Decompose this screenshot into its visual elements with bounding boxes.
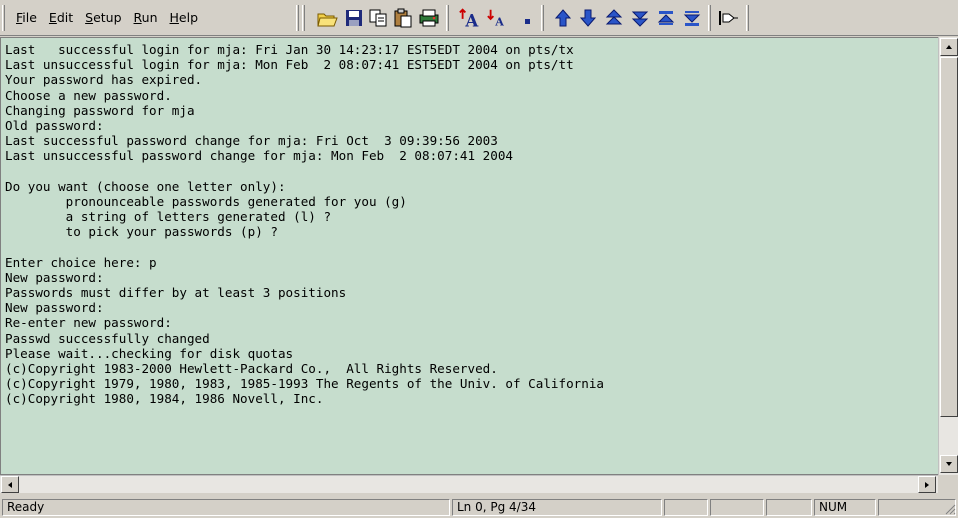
terminal-line: (c)Copyright 1979, 1980, 1983, 1985-1993…	[5, 376, 604, 392]
scroll-down-arrow-icon	[946, 462, 952, 466]
terminal-line: Do you want (choose one letter only):	[5, 178, 286, 194]
menu-file[interactable]: File	[10, 8, 43, 28]
small-square-icon[interactable]	[516, 6, 540, 30]
terminal-text[interactable]: Last successful login for mja: Fri Jan 3…	[5, 42, 933, 474]
arrow-down-icon[interactable]	[576, 6, 600, 30]
status-pane-empty	[710, 499, 764, 516]
terminal-line: Passwd successfully changed	[5, 330, 210, 346]
terminal-line: Last successful login for mja: Fri Jan 3…	[5, 42, 574, 57]
double-arrow-up-icon[interactable]	[602, 6, 626, 30]
paste-icon[interactable]	[391, 6, 415, 30]
status-position: Ln 0, Pg 4/34	[452, 499, 662, 516]
terminal-line: Last unsuccessful password change for mj…	[5, 148, 513, 164]
toolbar-grip[interactable]	[2, 5, 5, 31]
terminal-line: New password:	[5, 269, 104, 285]
menu-help-mnemonic: H	[169, 10, 179, 25]
scroll-right-arrow-icon	[925, 481, 929, 488]
terminal-line: pronounceable passwords generated for yo…	[5, 193, 407, 209]
bottom-bar-icon[interactable]	[680, 6, 704, 30]
terminal-line: Your password has expired.	[5, 72, 203, 88]
terminal-line: Last unsuccessful login for mja: Mon Feb…	[5, 57, 574, 73]
horizontal-scrollbar[interactable]	[0, 475, 938, 493]
scroll-left-arrow-icon	[8, 481, 12, 488]
save-icon[interactable]	[342, 6, 366, 30]
toolbar-separator	[446, 5, 449, 31]
menu-edit[interactable]: Edit	[43, 8, 79, 28]
status-pane-empty	[766, 499, 812, 516]
status-num-lock: NUM	[814, 499, 876, 516]
vertical-scroll-thumb[interactable]	[940, 57, 958, 417]
terminal-line: Enter choice here: p	[5, 254, 157, 270]
terminal-window[interactable]: Last successful login for mja: Fri Jan 3…	[0, 37, 958, 475]
terminal-line: (c)Copyright 1983-2000 Hewlett-Packard C…	[5, 360, 498, 376]
menu-edit-mnemonic: E	[48, 10, 57, 25]
menu-run-mnemonic: R	[133, 10, 142, 25]
scroll-right-button[interactable]	[918, 476, 936, 493]
svg-text:A: A	[464, 10, 479, 29]
svg-text:A: A	[494, 15, 504, 28]
menu-help[interactable]: Help	[164, 8, 205, 28]
terminal-line: Old password:	[5, 117, 104, 133]
font-larger-icon[interactable]: A	[458, 6, 482, 30]
scroll-left-button[interactable]	[1, 476, 19, 493]
arrow-up-icon[interactable]	[551, 6, 575, 30]
vertical-scrollbar[interactable]	[938, 37, 958, 475]
menu-edit-label: dit	[56, 10, 74, 25]
toolbar-separator	[541, 5, 544, 31]
font-smaller-icon[interactable]: A	[486, 6, 510, 30]
scroll-up-arrow-icon	[946, 45, 952, 49]
menu-run[interactable]: Run	[128, 8, 164, 28]
resize-grip-icon[interactable]	[944, 503, 956, 515]
terminal-line: New password:	[5, 300, 104, 316]
terminal-line: Choose a new password.	[5, 87, 172, 103]
status-message: Ready	[2, 499, 450, 516]
toolbar-separator-grip	[302, 5, 305, 31]
print-icon[interactable]	[417, 6, 441, 30]
toolbar-separator-grip	[296, 5, 299, 31]
terminal-line: (c)Copyright 1980, 1984, 1986 Novell, In…	[5, 391, 324, 407]
top-bar-icon[interactable]	[654, 6, 678, 30]
open-folder-icon[interactable]	[316, 6, 340, 30]
menu-run-label: un	[141, 10, 158, 25]
toolbar-separator	[708, 5, 711, 31]
scroll-down-button[interactable]	[940, 455, 958, 473]
menu-setup[interactable]: Setup	[79, 8, 127, 28]
terminal-line: Re-enter new password:	[5, 315, 172, 331]
connect-icon[interactable]	[716, 6, 740, 30]
terminal-line: Passwords must differ by at least 3 posi…	[5, 285, 347, 300]
double-arrow-down-icon[interactable]	[628, 6, 652, 30]
scrollbar-corner	[938, 475, 958, 493]
menu-setup-label: etup	[93, 10, 122, 25]
menu-bar: File Edit Setup Run Help	[10, 8, 204, 28]
copy-icon[interactable]	[366, 6, 390, 30]
menu-help-label: elp	[178, 10, 199, 25]
status-bar: Ready Ln 0, Pg 4/34 NUM	[0, 497, 958, 518]
terminal-line: Last successful password change for mja:…	[5, 133, 498, 149]
menu-setup-mnemonic: S	[85, 10, 94, 25]
terminal-line: Please wait...checking for disk quotas	[5, 345, 294, 361]
terminal-line: to pick your passwords (p) ?	[5, 224, 278, 240]
status-pane-empty	[664, 499, 708, 516]
terminal-line: Changing password for mja	[5, 102, 195, 118]
scroll-up-button[interactable]	[940, 38, 958, 56]
menu-file-label: ile	[22, 10, 37, 25]
toolbar-separator	[746, 5, 749, 31]
terminal-line: a string of letters generated (l) ?	[5, 209, 332, 225]
toolbar: File Edit Setup Run Help A A	[0, 0, 958, 36]
